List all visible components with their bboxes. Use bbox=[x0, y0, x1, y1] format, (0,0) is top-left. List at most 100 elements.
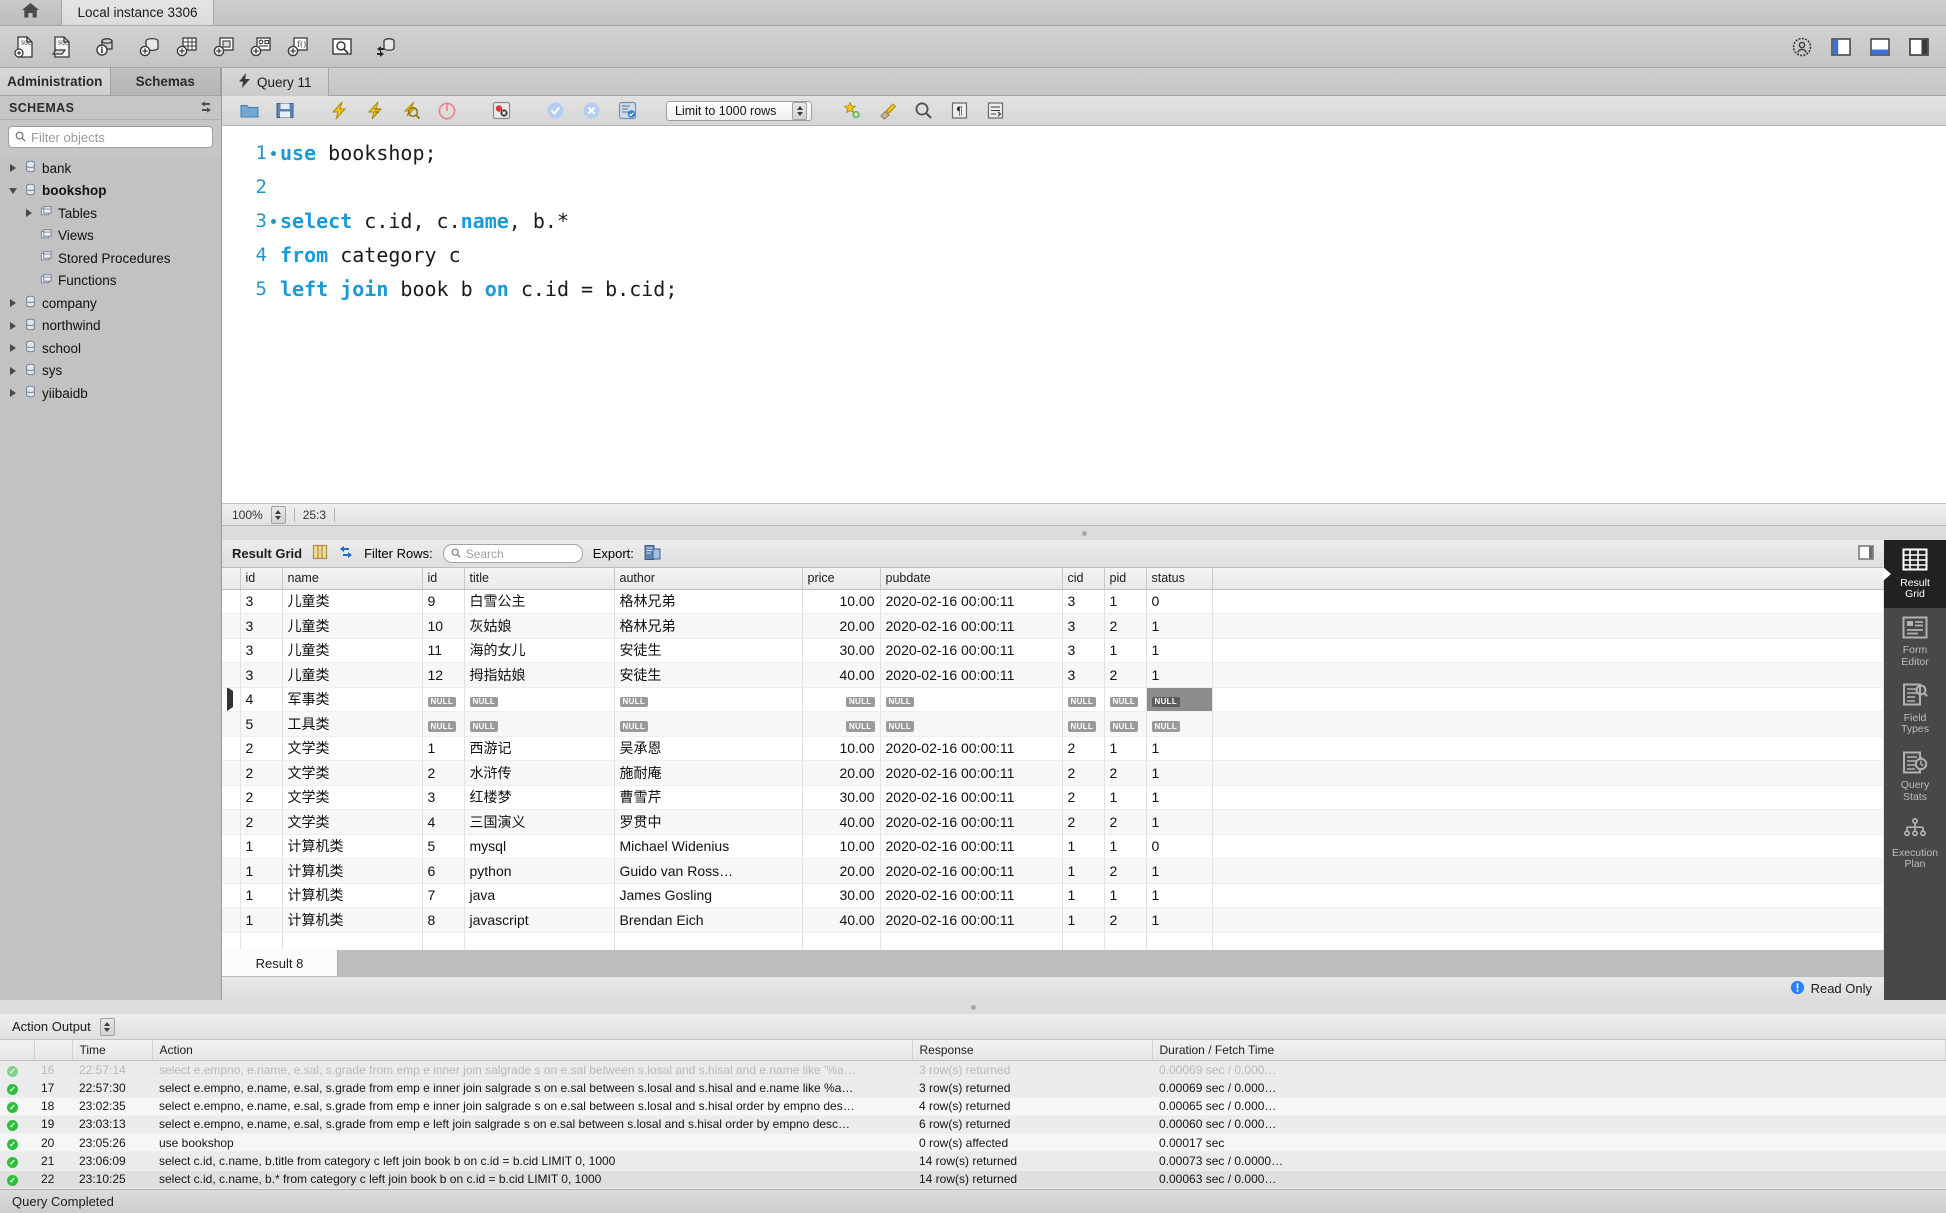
cell-author[interactable]: NULL bbox=[614, 711, 803, 737]
column-header-author[interactable]: author bbox=[614, 568, 803, 590]
search-input[interactable]: Search bbox=[442, 544, 583, 563]
cell-price[interactable]: 30.00 bbox=[802, 785, 881, 810]
cell-status[interactable]: 1 bbox=[1146, 809, 1213, 835]
refresh-icon[interactable] bbox=[199, 100, 213, 117]
cell-author[interactable]: Brendan Eich bbox=[614, 907, 803, 933]
commit-icon[interactable] bbox=[540, 97, 570, 125]
rail-item-field-types[interactable]: Field Types bbox=[1884, 675, 1946, 743]
cell-price[interactable]: NULL bbox=[802, 687, 881, 712]
cell-price[interactable]: NULL bbox=[802, 711, 881, 737]
stop-icon[interactable] bbox=[432, 97, 462, 125]
cell-id2[interactable]: 5 bbox=[422, 834, 465, 859]
cell-title[interactable]: mysql bbox=[464, 834, 615, 859]
invisible-chars-icon[interactable]: ¶ bbox=[944, 97, 974, 125]
sidebar-item-tables[interactable]: Tables bbox=[0, 202, 221, 225]
cell-status[interactable]: 1 bbox=[1146, 785, 1213, 810]
list-item[interactable]: ✓ 20 23:05:26 use bookshop 0 row(s) affe… bbox=[0, 1133, 1946, 1153]
rail-item-execution-plan[interactable]: Execution Plan bbox=[1884, 810, 1946, 878]
cell-author[interactable]: 安徒生 bbox=[614, 638, 803, 663]
cell-name[interactable]: 文学类 bbox=[282, 760, 423, 786]
new-table-icon[interactable] bbox=[172, 33, 202, 61]
table-row[interactable]: 2 文学类 1 西游记 吴承恩 10.00 2020-02-16 00:00:1… bbox=[222, 736, 1884, 761]
connection-info-icon[interactable]: i bbox=[91, 33, 121, 61]
filter-objects-input[interactable]: Filter objects bbox=[8, 126, 213, 148]
table-row[interactable]: 3 儿童类 11 海的女儿 安徒生 30.00 2020-02-16 00:00… bbox=[222, 638, 1884, 663]
column-header-status[interactable]: status bbox=[1146, 568, 1213, 590]
open-file-icon[interactable] bbox=[234, 97, 264, 125]
wrap-cell-icon[interactable] bbox=[338, 544, 354, 563]
cell-title[interactable]: 三国演义 bbox=[464, 809, 615, 835]
table-row[interactable]: 1 计算机类 5 mysql Michael Widenius 10.00 20… bbox=[222, 834, 1884, 859]
cell-name[interactable]: 计算机类 bbox=[282, 883, 423, 908]
cell-status[interactable]: 1 bbox=[1146, 613, 1213, 639]
cell-name[interactable]: 工具类 bbox=[282, 711, 423, 737]
cell-id2[interactable]: 1 bbox=[422, 736, 465, 761]
cell-name[interactable]: 儿童类 bbox=[282, 662, 423, 688]
cell-price[interactable]: 20.00 bbox=[802, 760, 881, 786]
cell-id2[interactable]: NULL bbox=[422, 687, 465, 712]
cell-cid[interactable]: 2 bbox=[1062, 785, 1105, 810]
cell-status[interactable]: 1 bbox=[1146, 638, 1213, 663]
cell-pubdate[interactable]: 2020-02-16 00:00:11 bbox=[880, 809, 1063, 835]
cell-price[interactable]: 30.00 bbox=[802, 883, 881, 908]
sidebar-tab-administration[interactable]: Administration bbox=[0, 68, 111, 96]
wrap-lines-icon[interactable] bbox=[980, 97, 1010, 125]
cell-author[interactable]: 施耐庵 bbox=[614, 760, 803, 786]
cell-id1[interactable]: 2 bbox=[240, 736, 283, 761]
grid-view-icon[interactable] bbox=[312, 544, 328, 563]
cell-price[interactable]: 10.00 bbox=[802, 834, 881, 859]
column-header-pid[interactable]: pid bbox=[1104, 568, 1147, 590]
cell-title[interactable]: python bbox=[464, 858, 615, 884]
cell-id1[interactable]: 3 bbox=[240, 638, 283, 663]
sidebar-item-bookshop[interactable]: bookshop bbox=[0, 180, 221, 203]
sidebar-item-company[interactable]: company bbox=[0, 292, 221, 315]
cell-pubdate[interactable]: 2020-02-16 00:00:11 bbox=[880, 907, 1063, 933]
column-header-id-2[interactable]: id bbox=[422, 568, 465, 590]
autocommit-icon[interactable] bbox=[612, 97, 642, 125]
cell-pid[interactable]: NULL bbox=[1104, 711, 1147, 737]
cell-price[interactable]: 10.00 bbox=[802, 736, 881, 761]
chevron-down-icon[interactable] bbox=[6, 187, 19, 194]
table-row[interactable]: 4 军事类 NULL NULL NULL NULL NULL NULL NULL bbox=[222, 687, 1884, 712]
instance-tab[interactable]: Local instance 3306 bbox=[62, 0, 214, 25]
sidebar-item-yiibaidb[interactable]: yiibaidb bbox=[0, 382, 221, 405]
cell-pid[interactable]: 1 bbox=[1104, 589, 1147, 614]
search-data-icon[interactable] bbox=[327, 33, 357, 61]
sidebar-item-functions[interactable]: Functions bbox=[0, 270, 221, 293]
table-row[interactable]: 3 儿童类 10 灰姑娘 格林兄弟 20.00 2020-02-16 00:00… bbox=[222, 613, 1884, 639]
cell-cid[interactable]: 3 bbox=[1062, 638, 1105, 663]
cell-id1[interactable]: 2 bbox=[240, 809, 283, 835]
explain-icon[interactable] bbox=[396, 97, 426, 125]
cell-author[interactable]: James Gosling bbox=[614, 883, 803, 908]
cell-author[interactable]: 安徒生 bbox=[614, 662, 803, 688]
cell-id1[interactable]: 2 bbox=[240, 760, 283, 786]
execute-icon[interactable] bbox=[324, 97, 354, 125]
sidebar-item-bank[interactable]: bank bbox=[0, 157, 221, 180]
new-schema-icon[interactable] bbox=[135, 33, 165, 61]
cell-id1[interactable]: 3 bbox=[240, 662, 283, 688]
column-header-cid[interactable]: cid bbox=[1062, 568, 1105, 590]
cell-pid[interactable]: 2 bbox=[1104, 613, 1147, 639]
table-row[interactable]: 2 文学类 3 红楼梦 曹雪芹 30.00 2020-02-16 00:00:1… bbox=[222, 785, 1884, 810]
cell-id2[interactable]: 12 bbox=[422, 662, 465, 688]
cell-price[interactable]: 40.00 bbox=[802, 809, 881, 835]
cell-id1[interactable]: 3 bbox=[240, 589, 283, 614]
cell-title[interactable]: 灰姑娘 bbox=[464, 613, 615, 639]
sidebar-item-views[interactable]: Views bbox=[0, 225, 221, 248]
cell-price[interactable]: 40.00 bbox=[802, 662, 881, 688]
cell-id2[interactable]: 11 bbox=[422, 638, 465, 663]
chevron-right-icon[interactable] bbox=[6, 164, 19, 173]
sql-editor[interactable]: 1 2 3 4 5 use bookshop; select c.id, c. n… bbox=[222, 126, 1946, 504]
maximize-panel-icon[interactable] bbox=[1858, 545, 1874, 563]
clear-icon[interactable] bbox=[872, 97, 902, 125]
table-row-empty[interactable] bbox=[222, 932, 1884, 951]
cell-name[interactable]: 计算机类 bbox=[282, 834, 423, 859]
cell-title[interactable]: 拇指姑娘 bbox=[464, 662, 615, 688]
cell-cid[interactable]: 1 bbox=[1062, 907, 1105, 933]
column-header-price[interactable]: price bbox=[802, 568, 881, 590]
cell-id1[interactable]: 1 bbox=[240, 834, 283, 859]
cell-pid[interactable]: 2 bbox=[1104, 760, 1147, 786]
cell-pubdate[interactable]: 2020-02-16 00:00:11 bbox=[880, 662, 1063, 688]
rail-item-result-grid[interactable]: Result Grid bbox=[1884, 540, 1946, 608]
cell-title[interactable]: NULL bbox=[464, 711, 615, 737]
